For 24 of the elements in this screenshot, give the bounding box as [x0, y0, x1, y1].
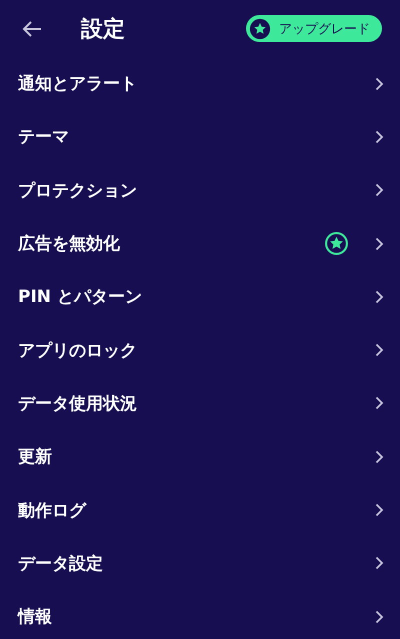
settings-item[interactable]: 動作ログ: [0, 483, 400, 537]
chevron-right-icon: [375, 130, 384, 144]
chevron-right-icon: [375, 290, 384, 304]
settings-item[interactable]: データ設定: [0, 536, 400, 590]
settings-item[interactable]: 通知とアラート: [0, 57, 400, 110]
settings-item[interactable]: PIN とパターン: [0, 270, 400, 324]
chevron-right-icon: [375, 236, 384, 251]
settings-item[interactable]: テーマ: [0, 110, 400, 164]
settings-item[interactable]: プロテクション: [0, 164, 400, 217]
settings-item[interactable]: 情報: [0, 590, 400, 639]
chevron-right-icon: [375, 556, 384, 570]
chevron-right-icon: [375, 610, 384, 624]
settings-item[interactable]: データ使用状況: [0, 376, 400, 430]
settings-item[interactable]: 広告を無効化: [0, 216, 400, 270]
settings-item[interactable]: アプリのロック: [0, 323, 400, 377]
chevron-right-icon: [375, 343, 384, 358]
chevron-right-icon: [375, 396, 384, 410]
chevron-right-icon: [375, 183, 384, 198]
page-title: 設定: [81, 16, 126, 44]
chevron-right-icon: [375, 76, 384, 91]
chevron-right-icon: [375, 503, 384, 518]
chevron-right-icon: [375, 450, 384, 464]
settings-item[interactable]: 更新: [0, 430, 400, 484]
upgrade-button[interactable]: アップグレード: [246, 15, 382, 42]
